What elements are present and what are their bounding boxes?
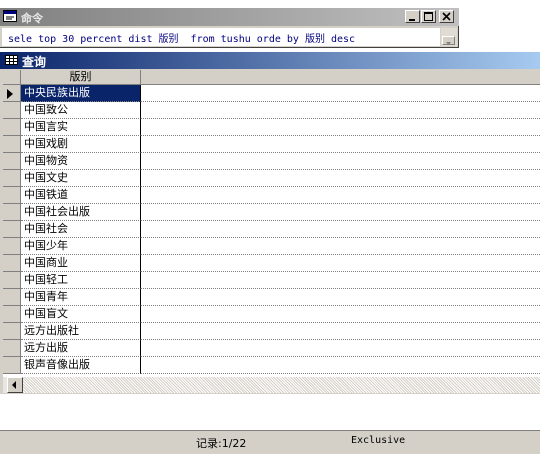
command-window[interactable]: 命令 sele top 30 percent dist 版别 from tush… <box>0 8 459 48</box>
row-indicator[interactable] <box>3 187 21 204</box>
record-indicator: 记录:1/22 <box>196 437 247 450</box>
table-row[interactable]: 中国铁道 <box>3 187 540 204</box>
empty-area <box>141 357 540 374</box>
access-mode: Exclusive <box>351 435 406 446</box>
table-row[interactable]: 中国青年 <box>3 289 540 306</box>
table-cell[interactable]: 中国青年 <box>21 289 141 306</box>
browse-table-icon <box>5 55 18 68</box>
horizontal-scrollbar[interactable] <box>3 377 540 393</box>
status-bar: 记录:1/22 Exclusive <box>0 430 540 454</box>
empty-area <box>141 272 540 289</box>
table-cell[interactable]: 中国社会 <box>21 221 141 238</box>
scroll-left-button[interactable] <box>7 377 23 393</box>
row-indicator[interactable] <box>3 238 21 255</box>
table-cell[interactable]: 中国轻工 <box>21 272 141 289</box>
empty-area <box>141 136 540 153</box>
table-row[interactable]: 远方出版 <box>3 340 540 357</box>
empty-area <box>141 289 540 306</box>
row-indicator-header <box>3 70 21 85</box>
scroll-down-icon <box>446 42 451 45</box>
command-text[interactable]: sele top 30 percent dist 版别 from tushu o… <box>8 30 355 45</box>
table-cell[interactable]: 中央民族出版 <box>21 85 141 102</box>
table-row[interactable]: 中国文史 <box>3 170 540 187</box>
table-row[interactable]: 中国盲文 <box>3 306 540 323</box>
row-indicator[interactable] <box>3 306 21 323</box>
header-filler <box>141 70 540 85</box>
row-indicator[interactable] <box>3 85 21 102</box>
table-cell[interactable]: 银声音像出版 <box>21 357 141 374</box>
table-cell[interactable]: 中国致公 <box>21 102 141 119</box>
command-window-titlebar[interactable]: 命令 <box>0 8 459 26</box>
row-indicator[interactable] <box>3 289 21 306</box>
scroll-left-icon <box>12 381 16 389</box>
table-cell[interactable]: 中国言实 <box>21 119 141 136</box>
empty-area <box>141 255 540 272</box>
row-indicator[interactable] <box>3 119 21 136</box>
empty-area <box>141 221 540 238</box>
command-scrollbar[interactable] <box>441 28 457 46</box>
scroll-track[interactable] <box>23 377 540 393</box>
row-indicator[interactable] <box>3 136 21 153</box>
browse-window[interactable]: 查询 版别 中央民族出版 中国致公 中国言实 中国戏剧 中国物资 中国文史 中国铁道 中国社会… <box>0 52 540 394</box>
row-indicator[interactable] <box>3 170 21 187</box>
column-header[interactable]: 版别 <box>21 70 141 85</box>
table-row[interactable]: 银声音像出版 <box>3 357 540 374</box>
row-indicator[interactable] <box>3 357 21 374</box>
command-window-title: 命令 <box>21 12 43 25</box>
empty-area <box>141 323 540 340</box>
current-record-pointer-icon <box>7 89 13 99</box>
close-button[interactable] <box>439 10 454 23</box>
table-cell[interactable]: 中国戏剧 <box>21 136 141 153</box>
empty-area <box>141 170 540 187</box>
empty-area <box>141 340 540 357</box>
table-row[interactable]: 中国致公 <box>3 102 540 119</box>
row-indicator[interactable] <box>3 255 21 272</box>
command-input[interactable]: sele top 30 percent dist 版别 from tushu o… <box>2 28 440 46</box>
empty-area <box>141 238 540 255</box>
table-row[interactable]: 中国戏剧 <box>3 136 540 153</box>
empty-area <box>141 102 540 119</box>
table-cell[interactable]: 中国社会出版 <box>21 204 141 221</box>
browse-window-title: 查询 <box>22 55 47 69</box>
table-row[interactable]: 中国少年 <box>3 238 540 255</box>
browse-window-titlebar[interactable]: 查询 <box>0 52 540 69</box>
table-row[interactable]: 远方出版社 <box>3 323 540 340</box>
table-cell[interactable]: 中国文史 <box>21 170 141 187</box>
table-row[interactable]: 中国社会 <box>3 221 540 238</box>
table-row[interactable]: 中国社会出版 <box>3 204 540 221</box>
row-indicator[interactable] <box>3 204 21 221</box>
row-indicator[interactable] <box>3 323 21 340</box>
table-cell[interactable]: 中国铁道 <box>21 187 141 204</box>
maximize-button[interactable] <box>421 10 436 23</box>
table-row[interactable]: 中国轻工 <box>3 272 540 289</box>
scroll-down-button[interactable] <box>442 36 455 45</box>
table-cell[interactable]: 远方出版社 <box>21 323 141 340</box>
table-cell[interactable]: 远方出版 <box>21 340 141 357</box>
command-window-icon <box>3 10 17 22</box>
table-cell[interactable]: 中国商业 <box>21 255 141 272</box>
row-indicator[interactable] <box>3 340 21 357</box>
row-indicator[interactable] <box>3 272 21 289</box>
empty-area <box>141 153 540 170</box>
table-row[interactable]: 中国言实 <box>3 119 540 136</box>
row-indicator[interactable] <box>3 221 21 238</box>
table-row[interactable]: 中央民族出版 <box>3 85 540 102</box>
row-indicator[interactable] <box>3 153 21 170</box>
empty-area <box>141 119 540 136</box>
row-indicator[interactable] <box>3 102 21 119</box>
table-cell[interactable]: 中国盲文 <box>21 306 141 323</box>
empty-area <box>141 85 540 102</box>
empty-area <box>141 187 540 204</box>
minimize-button[interactable] <box>405 10 420 23</box>
table-cell[interactable]: 中国少年 <box>21 238 141 255</box>
empty-area <box>141 204 540 221</box>
table-cell[interactable]: 中国物资 <box>21 153 141 170</box>
table-row[interactable]: 中国物资 <box>3 153 540 170</box>
table-row[interactable]: 中国商业 <box>3 255 540 272</box>
empty-area <box>141 306 540 323</box>
browse-grid[interactable]: 版别 中央民族出版 中国致公 中国言实 中国戏剧 中国物资 中国文史 中国铁道 中国社会出版中… <box>3 70 540 377</box>
